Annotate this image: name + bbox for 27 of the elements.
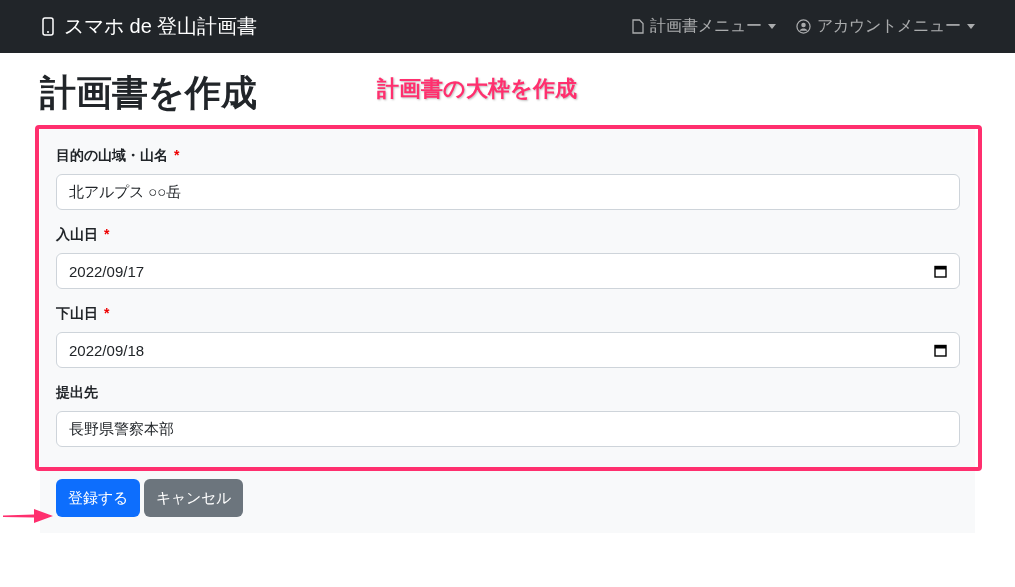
account-icon — [796, 19, 811, 34]
brand-title[interactable]: スマホ de 登山計画書 — [64, 13, 258, 40]
cancel-button[interactable]: キャンセル — [144, 479, 243, 517]
input-field[interactable]: 北アルプス ○○岳 — [56, 174, 960, 210]
smartphone-icon — [42, 17, 54, 36]
field-label: 下山日 — [56, 305, 98, 323]
field-label: 入山日 — [56, 226, 98, 244]
date-field[interactable]: 2022/09/18 — [56, 332, 960, 368]
input-field[interactable]: 長野県警察本部 — [56, 411, 960, 447]
field-value: 2022/09/18 — [69, 341, 146, 359]
calendar-icon[interactable] — [934, 343, 947, 357]
nav-menu[interactable]: アカウントメニュー — [796, 12, 975, 41]
required-mark: * — [104, 226, 110, 244]
caret-icon — [967, 24, 975, 29]
required-mark: * — [104, 305, 110, 323]
document-icon — [632, 19, 644, 34]
submit-button[interactable]: 登録する — [56, 479, 140, 517]
annotation-text: 計画書の大枠を作成 — [377, 75, 577, 103]
field-label: 提出先 — [56, 384, 98, 402]
date-field[interactable]: 2022/09/17 — [56, 253, 960, 289]
field-value: 2022/09/17 — [69, 262, 146, 280]
page-title: 計画書を作成 — [40, 70, 257, 115]
nav-menu[interactable]: 計画書メニュー — [632, 12, 776, 41]
caret-icon — [768, 24, 776, 29]
calendar-icon[interactable] — [934, 264, 947, 278]
field-label: 目的の山域・山名 — [56, 147, 168, 165]
required-mark: * — [174, 147, 180, 165]
